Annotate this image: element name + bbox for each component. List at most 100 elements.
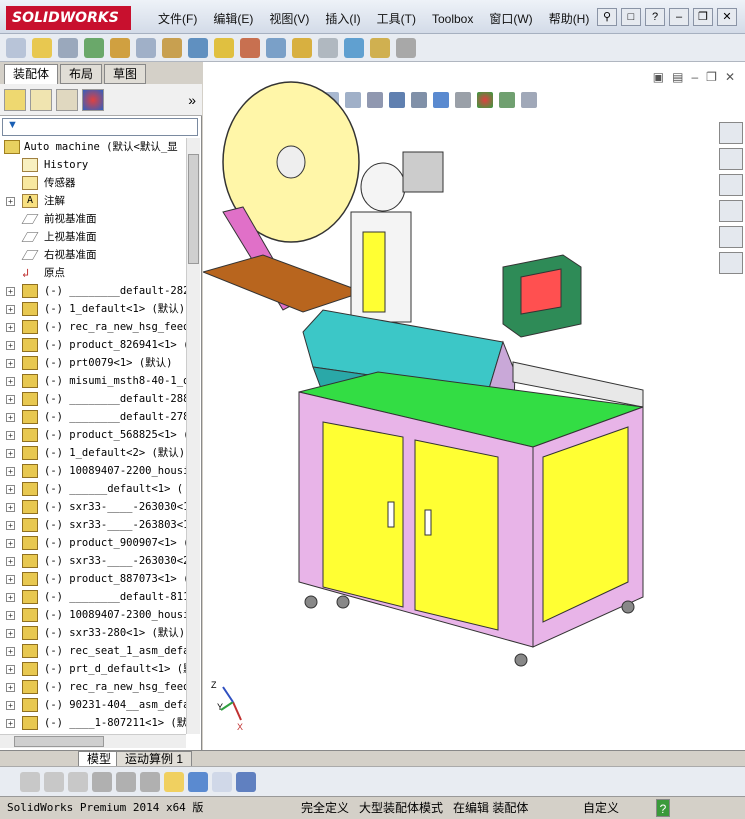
move-component-icon[interactable] — [110, 37, 130, 58]
expand-icon[interactable]: + — [6, 503, 15, 512]
tree-front-plane[interactable]: 前视基准面 — [0, 210, 186, 228]
tree-history[interactable]: History — [0, 156, 186, 174]
instant3d-icon[interactable] — [370, 37, 390, 58]
clearance-icon[interactable] — [344, 37, 364, 58]
help-icon[interactable]: ? — [645, 8, 665, 26]
tree-component[interactable]: + (-) rec_seat_1_asm_defau — [0, 642, 186, 660]
expand-icon[interactable]: + — [6, 413, 15, 422]
tree-component[interactable]: + (-) prt0079<1> (默认) — [0, 354, 186, 372]
menu-toolbox[interactable]: Toolbox — [424, 10, 481, 28]
assembly-features-icon[interactable] — [162, 37, 182, 58]
tree-horizontal-scrollbar[interactable] — [0, 734, 186, 748]
expand-icon[interactable]: + — [6, 449, 15, 458]
expand-icon[interactable]: + — [6, 539, 15, 548]
tree-component[interactable]: + (-) sxr33-____-263803<1> — [0, 516, 186, 534]
menu-tools[interactable]: 工具(T) — [369, 10, 424, 28]
tab-model[interactable]: 模型 — [78, 751, 121, 767]
expand-icon[interactable]: + — [6, 305, 15, 314]
tab-sketch[interactable]: 草图 — [104, 64, 147, 84]
tree-component[interactable]: + (-) 10089407-2300_housir — [0, 606, 186, 624]
compare-icon[interactable] — [140, 771, 160, 792]
insert-component-icon[interactable] — [32, 37, 52, 58]
expand-icon[interactable]: + — [6, 197, 15, 206]
explode-line-icon[interactable] — [292, 37, 312, 58]
tree-component[interactable]: + (-) ____1-807211<1> (默认 — [0, 714, 186, 732]
close-icon[interactable]: ✕ — [717, 8, 737, 26]
expand-icon[interactable]: + — [6, 593, 15, 602]
expand-icon[interactable]: + — [6, 665, 15, 674]
shaded-icon[interactable] — [20, 771, 40, 792]
tree-component[interactable]: + (-) ________default-278 — [0, 408, 186, 426]
tree-root[interactable]: Auto machine (默认<默认_显 — [0, 138, 186, 156]
status-mode[interactable]: 大型装配体模式 — [356, 799, 446, 817]
expand-icon[interactable]: + — [6, 701, 15, 710]
tree-component[interactable]: + (-) ________default-288 — [0, 390, 186, 408]
expand-icon[interactable]: + — [6, 683, 15, 692]
expand-icon[interactable]: + — [6, 647, 15, 656]
tree-component[interactable]: + (-) rec_ra_new_hsg_feede — [0, 678, 186, 696]
appearances-icon[interactable] — [719, 226, 743, 248]
status-custom[interactable]: 自定义 — [580, 799, 622, 817]
expand-icon[interactable]: + — [6, 287, 15, 296]
menu-view[interactable]: 视图(V) — [261, 10, 317, 28]
feature-manager-icon[interactable] — [4, 88, 26, 111]
cube-icon[interactable] — [188, 771, 208, 792]
expand-icon[interactable]: + — [6, 557, 15, 566]
view-palette-icon[interactable] — [719, 200, 743, 222]
save-view-icon[interactable] — [236, 771, 256, 792]
pin-icon[interactable]: ⚲ — [597, 8, 617, 26]
scrollbar-thumb[interactable] — [188, 154, 199, 264]
tree-sensors[interactable]: 传感器 — [0, 174, 186, 192]
restore-icon[interactable]: ❐ — [693, 8, 713, 26]
expand-icon[interactable]: + — [6, 341, 15, 350]
tree-vertical-scrollbar[interactable] — [186, 138, 200, 734]
pattern-icon[interactable] — [84, 37, 104, 58]
expand-icon[interactable]: + — [6, 395, 15, 404]
reference-geometry-icon[interactable] — [188, 37, 208, 58]
expand-icon[interactable]: + — [6, 611, 15, 620]
tab-layout[interactable]: 布局 — [60, 64, 103, 84]
tree-component[interactable]: + (-) 1_default<1> (默认) — [0, 300, 186, 318]
tree-component[interactable]: + (-) prt_d_default<1> (默 — [0, 660, 186, 678]
expand-icon[interactable]: + — [6, 431, 15, 440]
tree-component[interactable]: + (-) 1_default<2> (默认) — [0, 444, 186, 462]
custom-properties-icon[interactable] — [719, 252, 743, 274]
interference-icon[interactable] — [318, 37, 338, 58]
tree-component[interactable]: + (-) product_887073<1> ( — [0, 570, 186, 588]
tree-annotations[interactable]: + A 注解 — [0, 192, 186, 210]
tree-origin[interactable]: ↲ 原点 — [0, 264, 186, 282]
expand-icon[interactable]: + — [6, 359, 15, 368]
scrollbar-thumb[interactable] — [14, 736, 104, 747]
bom-icon[interactable] — [240, 37, 260, 58]
expand-icon[interactable]: + — [6, 485, 15, 494]
property-manager-icon[interactable] — [30, 88, 52, 111]
expand-icon[interactable]: + — [6, 377, 15, 386]
tree-component[interactable]: + (-) product_826941<1> ( — [0, 336, 186, 354]
new-motion-icon[interactable] — [214, 37, 234, 58]
file-explorer-icon[interactable] — [719, 174, 743, 196]
expand-icon[interactable]: + — [6, 575, 15, 584]
menu-file[interactable]: 文件(F) — [150, 10, 205, 28]
display-manager-icon[interactable] — [82, 88, 104, 111]
exploded-view-icon[interactable] — [266, 37, 286, 58]
hidden-lines-icon[interactable] — [44, 771, 64, 792]
grid-icon[interactable] — [212, 771, 232, 792]
tree-top-plane[interactable]: 上视基准面 — [0, 228, 186, 246]
tree-right-plane[interactable]: 右视基准面 — [0, 246, 186, 264]
tree-component[interactable]: + (-) product_568825<1> ( — [0, 426, 186, 444]
component-icon[interactable] — [6, 37, 26, 58]
help-icon[interactable]: ? — [656, 799, 670, 817]
tree-component[interactable]: + (-) 90231-404__asm_defau — [0, 696, 186, 714]
expand-icon[interactable]: + — [6, 719, 15, 728]
tree-component[interactable]: + (-) sxr33-____-263030<1> — [0, 498, 186, 516]
new-document-icon[interactable]: □ — [621, 8, 641, 26]
design-library-icon[interactable] — [719, 148, 743, 170]
tree-component[interactable]: + (-) 10089407-2200_housir — [0, 462, 186, 480]
tree-component[interactable]: + (-) ________default-282 — [0, 282, 186, 300]
tree-component[interactable]: + (-) ______default<1> ( — [0, 480, 186, 498]
expand-icon[interactable]: + — [6, 629, 15, 638]
tree-component[interactable]: + (-) rec_ra_new_hsg_feede — [0, 318, 186, 336]
tab-motion-study[interactable]: 运动算例 1 — [116, 751, 193, 767]
wireframe-icon[interactable] — [68, 771, 88, 792]
table-icon[interactable] — [116, 771, 136, 792]
